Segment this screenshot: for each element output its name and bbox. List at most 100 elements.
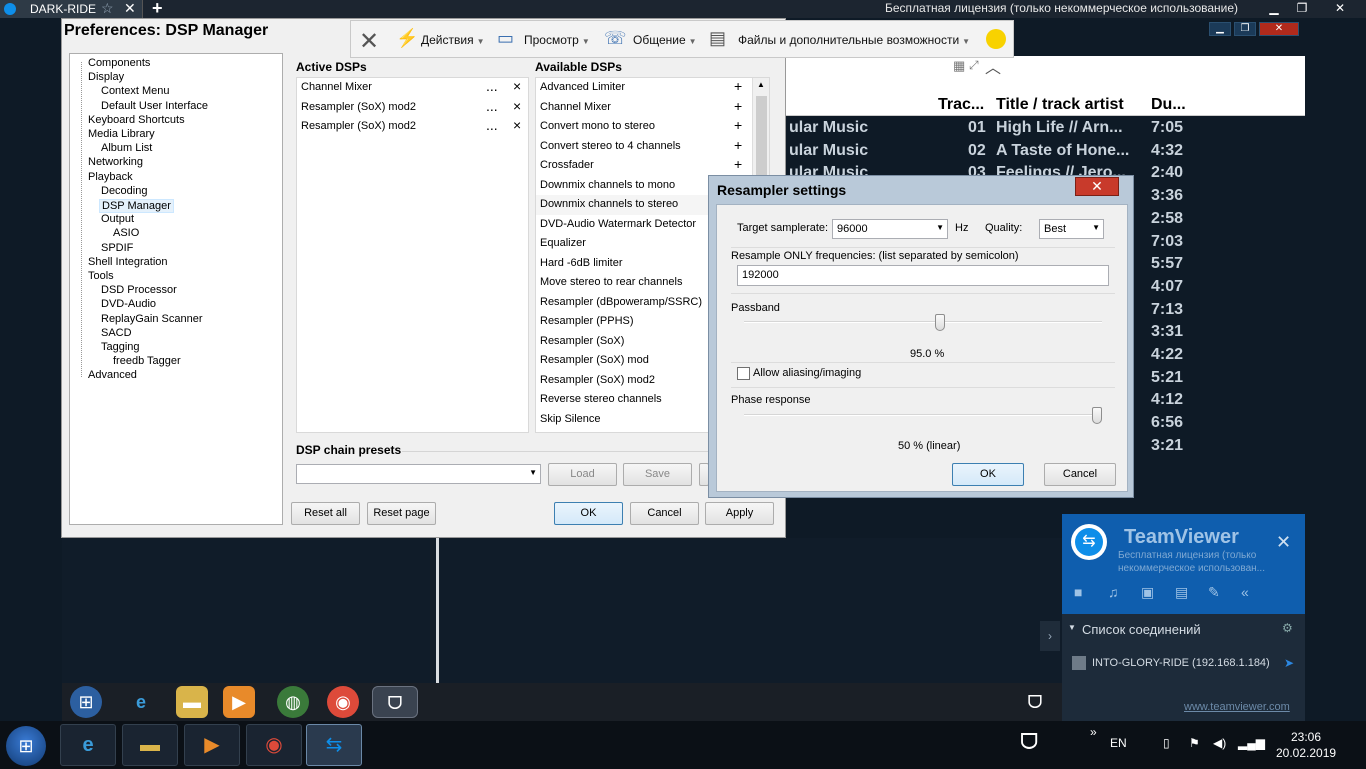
tree-item[interactable]: Decoding <box>99 185 149 197</box>
tree-item[interactable]: DSP Manager <box>99 199 174 213</box>
available-dsp-item[interactable]: Convert mono to stereo + <box>536 117 769 137</box>
star-icon[interactable]: ☆ <box>101 0 114 17</box>
remove-icon[interactable]: × <box>513 117 521 133</box>
clipboard-icon[interactable]: ▤ <box>1175 584 1188 601</box>
available-dsp-item[interactable]: Convert stereo to 4 channels + <box>536 137 769 157</box>
minimize-icon[interactable]: ▁ <box>1262 1 1286 17</box>
tools-icon[interactable]: ✎ <box>1208 584 1220 601</box>
remove-icon[interactable]: × <box>513 98 521 114</box>
chevron-right-icon[interactable]: › <box>1040 621 1060 651</box>
new-tab-icon[interactable]: + <box>152 0 163 19</box>
available-dsp-item[interactable]: Channel Mixer + <box>536 98 769 118</box>
dialog-close-button[interactable]: ✕ <box>1075 177 1119 196</box>
apply-button[interactable]: Apply <box>705 502 774 525</box>
target-samplerate-combo[interactable]: 96000 ▼ <box>832 219 948 239</box>
reset-all-button[interactable]: Reset all <box>291 502 360 525</box>
grid-icon[interactable]: ▦ <box>953 58 965 74</box>
tree-item[interactable]: Context Menu <box>99 85 171 97</box>
load-button[interactable]: Load <box>548 463 617 486</box>
quality-combo[interactable]: Best ▼ <box>1039 219 1104 239</box>
configure-icon[interactable]: ... <box>486 98 498 114</box>
tree-item[interactable]: Playback <box>86 171 135 183</box>
active-dsp-item[interactable]: Resampler (SoX) mod2... × <box>297 98 528 118</box>
fb-close-icon[interactable]: ✕ <box>1259 22 1299 36</box>
col-track[interactable]: Trac... <box>938 96 984 114</box>
tree-item[interactable]: ReplayGain Scanner <box>99 313 205 325</box>
reset-page-button[interactable]: Reset page <box>367 502 436 525</box>
volume-icon[interactable]: ◀) <box>1213 736 1226 750</box>
teamviewer-taskbar-icon[interactable]: ⇆ <box>306 724 362 766</box>
pane-splitter[interactable] <box>436 538 439 683</box>
globe-icon[interactable]: ◍ <box>277 686 309 718</box>
panel-close-icon[interactable]: ✕ <box>1276 532 1291 553</box>
tree-item[interactable]: Components <box>86 57 152 69</box>
menu-actions[interactable]: Действия ▼ <box>421 33 485 47</box>
add-icon[interactable]: + <box>734 98 742 114</box>
resampler-cancel-button[interactable]: Cancel <box>1044 463 1116 486</box>
start-orb-icon[interactable]: ⊞ <box>70 686 102 718</box>
folder-icon[interactable]: ▬ <box>176 686 208 718</box>
tree-item[interactable]: Album List <box>99 142 154 154</box>
collapse-icon[interactable]: « <box>1241 584 1249 600</box>
smiley-icon[interactable] <box>986 29 1006 49</box>
teamviewer-link[interactable]: www.teamviewer.com <box>1184 701 1290 713</box>
media-player-taskbar-icon[interactable]: ▶ <box>184 724 240 766</box>
fb-minimize-icon[interactable]: ▁ <box>1209 22 1231 36</box>
gear-icon[interactable]: ⚙ <box>1282 621 1293 635</box>
video-icon[interactable]: ■ <box>1074 584 1082 600</box>
fullscreen-icon[interactable]: ⤢ <box>969 58 979 73</box>
available-dsp-item[interactable]: Crossfader + <box>536 156 769 176</box>
col-title[interactable]: Title / track artist <box>996 96 1124 114</box>
resampler-ok-button[interactable]: OK <box>952 463 1024 486</box>
foobar-icon[interactable]: ᗜ <box>372 686 418 718</box>
ok-button[interactable]: OK <box>554 502 623 525</box>
device-icon[interactable]: ▯ <box>1163 736 1170 750</box>
available-dsp-item[interactable]: Advanced Limiter + <box>536 78 769 98</box>
remove-icon[interactable]: × <box>513 78 521 94</box>
tree-item[interactable]: Shell Integration <box>86 256 170 268</box>
media-player-icon[interactable]: ▶ <box>223 686 255 718</box>
tree-item[interactable]: SPDIF <box>99 242 135 254</box>
tree-item[interactable]: DSD Processor <box>99 284 179 296</box>
add-icon[interactable]: + <box>734 117 742 133</box>
network-icon[interactable]: ▂▄▆ <box>1238 736 1265 750</box>
clock[interactable]: 23:06 20.02.2019 <box>1276 729 1336 761</box>
close-window-icon[interactable]: ✕ <box>1320 1 1360 17</box>
tree-item[interactable]: freedb Tagger <box>111 355 183 367</box>
cancel-button[interactable]: Cancel <box>630 502 699 525</box>
session-tab[interactable]: DARK-RIDE ☆ ✕ <box>0 0 143 18</box>
active-dsp-item[interactable]: Resampler (SoX) mod2... × <box>297 117 528 137</box>
add-icon[interactable]: + <box>734 137 742 153</box>
playlist-row[interactable]: ular Music 02 A Taste of Hone... 4:32 <box>785 139 1305 162</box>
scroll-up-icon[interactable]: ▲ <box>757 80 765 89</box>
flag-icon[interactable]: ⚑ <box>1189 736 1200 750</box>
tree-item[interactable]: Output <box>99 213 136 225</box>
close-session-icon[interactable]: ✕ <box>359 27 379 56</box>
language-indicator[interactable]: EN <box>1110 736 1127 750</box>
passband-track[interactable] <box>744 321 1102 323</box>
ie-icon[interactable]: e <box>125 686 157 718</box>
close-tab-icon[interactable]: ✕ <box>124 0 136 17</box>
passband-slider[interactable] <box>935 314 946 331</box>
aliasing-checkbox[interactable] <box>737 367 750 380</box>
resample-only-input[interactable]: 192000 <box>737 265 1109 286</box>
explorer-taskbar-icon[interactable]: ▬ <box>122 724 178 766</box>
menu-communication[interactable]: Общение ▼ <box>633 33 697 47</box>
tree-item[interactable]: Media Library <box>86 128 157 140</box>
foobar-tray-icon[interactable]: ᗜ <box>1020 729 1038 755</box>
ie-taskbar-icon[interactable]: e <box>60 724 116 766</box>
fb-maximize-icon[interactable]: ❐ <box>1234 22 1256 36</box>
tree-item[interactable]: SACD <box>99 327 134 339</box>
save-button[interactable]: Save <box>623 463 692 486</box>
presets-combo[interactable]: ▼ <box>296 464 541 484</box>
tree-item[interactable]: Networking <box>86 156 145 168</box>
headset-icon[interactable]: ♫ <box>1108 584 1119 600</box>
configure-icon[interactable]: ... <box>486 78 498 94</box>
tree-item[interactable]: Default User Interface <box>99 100 210 112</box>
tray-expand-icon[interactable]: » <box>1090 725 1097 739</box>
tree-item[interactable]: Tagging <box>99 341 142 353</box>
add-icon[interactable]: + <box>734 78 742 94</box>
menu-view[interactable]: Просмотр ▼ <box>524 33 590 47</box>
configure-icon[interactable]: ... <box>486 117 498 133</box>
expand-icon[interactable]: ▼ <box>1068 623 1076 632</box>
